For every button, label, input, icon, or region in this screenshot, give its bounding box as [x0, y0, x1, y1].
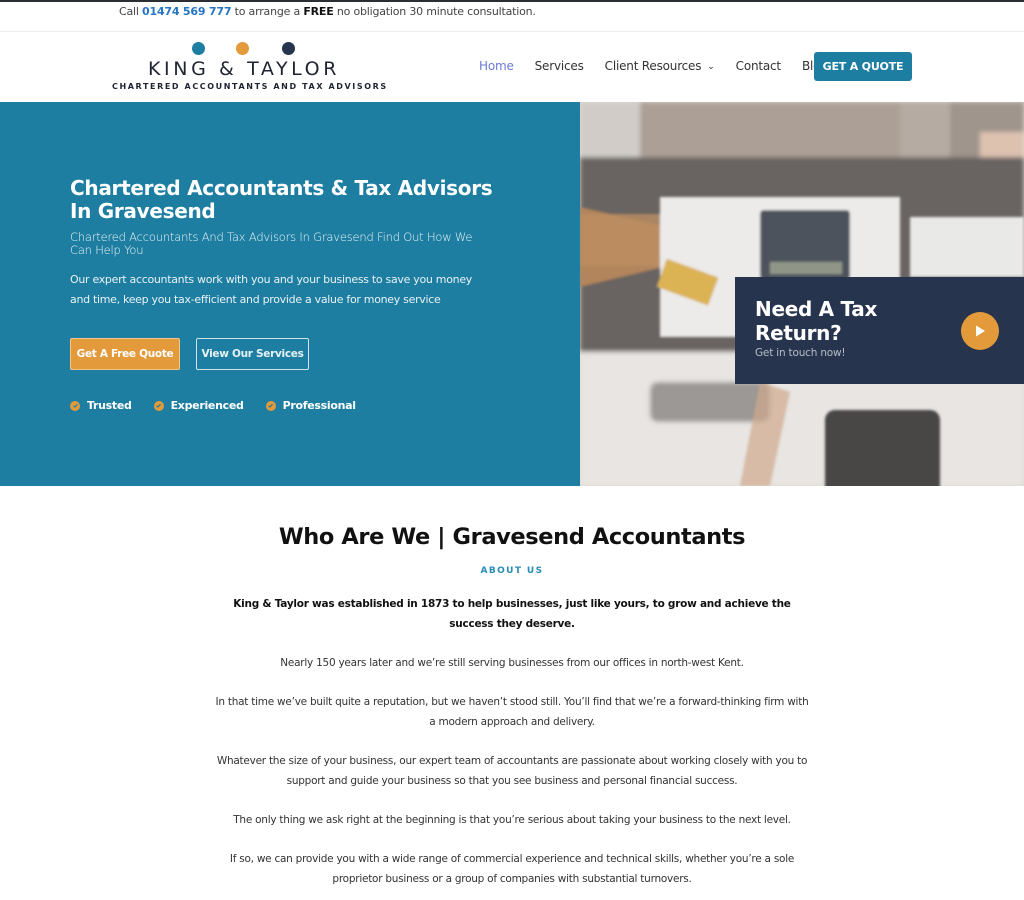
play-button[interactable] — [961, 312, 999, 350]
tax-card-title: Need A Tax Return? — [755, 297, 878, 345]
feature-item: Professional — [265, 399, 356, 412]
about-section: Who Are We | Gravesend Accountants ABOUT… — [0, 486, 1024, 900]
main-nav: Home Services Client Resources ⌄ Contact … — [479, 59, 849, 73]
nav-item-contact[interactable]: Contact — [736, 59, 781, 73]
check-circle-icon — [265, 400, 276, 411]
hero-title: Chartered Accountants & Tax Advisors In … — [70, 176, 493, 223]
about-paragraph: The only thing we ask right at the begin… — [233, 814, 791, 826]
about-paragraph: In that time we’ve built quite a reputat… — [215, 696, 809, 728]
chevron-down-icon[interactable]: ⌄ — [707, 62, 715, 72]
notice-middle: to arrange a — [231, 5, 304, 18]
feature-item: Trusted — [70, 399, 132, 412]
feature-item: Experienced — [153, 399, 244, 412]
nav-item-client-resources[interactable]: Client Resources ⌄ — [605, 59, 715, 73]
nav-item-client-resources-label: Client Resources — [604, 59, 702, 73]
feature-label: Experienced — [170, 399, 244, 412]
logo-dot-blue — [192, 42, 205, 55]
about-body: King & Taylor was established in 1873 to… — [212, 594, 812, 900]
notice-prefix: Call — [119, 5, 143, 18]
about-paragraph: Nearly 150 years later and we’re still s… — [280, 657, 744, 669]
hero-subtitle: Chartered Accountants And Tax Advisors I… — [70, 230, 473, 257]
logo-dot-orange — [236, 42, 249, 55]
nav-item-home[interactable]: Home — [479, 59, 514, 73]
free-emphasis: FREE — [303, 5, 334, 18]
logo-name: KING & TAYLOR — [148, 58, 341, 80]
play-icon — [976, 325, 985, 337]
check-circle-icon — [70, 400, 80, 411]
get-free-quote-button[interactable]: Get A Free Quote — [70, 338, 180, 370]
about-paragraph: If so, we can provide you with a wide ra… — [229, 853, 795, 885]
feature-label: Trusted — [87, 399, 132, 412]
feature-list: Trusted Experienced Professional — [70, 399, 378, 412]
site-header: KING & TAYLOR CHARTERED ACCOUNTANTS AND … — [0, 32, 1024, 102]
feature-label: Professional — [282, 399, 356, 412]
notice-suffix: no obligation 30 minute consultation. — [333, 5, 536, 18]
get-a-quote-button[interactable]: GET A QUOTE — [814, 52, 912, 81]
about-label: ABOUT US — [480, 566, 544, 576]
view-services-button[interactable]: View Our Services — [196, 338, 309, 370]
tax-return-card[interactable]: Need A Tax Return? Get in touch now! — [735, 277, 1024, 384]
check-circle-icon — [153, 400, 164, 411]
hero-section: Chartered Accountants & Tax Advisors In … — [0, 102, 580, 486]
logo-dot-navy — [282, 42, 295, 55]
about-paragraph: Whatever the size of your business, our … — [216, 755, 808, 787]
about-paragraph: King & Taylor was established in 1873 to… — [233, 598, 791, 630]
hero-description: Our expert accountants work with you and… — [70, 273, 472, 306]
phone-link[interactable]: 01474 569 777 — [142, 5, 231, 18]
tax-card-subtitle: Get in touch now! — [755, 347, 846, 359]
about-title: Who Are We | Gravesend Accountants — [278, 524, 746, 550]
nav-item-services[interactable]: Services — [535, 59, 584, 73]
logo-tagline: CHARTERED ACCOUNTANTS AND TAX ADVISORS — [112, 82, 388, 91]
consultation-notice: Call 01474 569 777 to arrange a FREE no … — [119, 5, 536, 18]
top-bar: Call 01474 569 777 to arrange a FREE no … — [0, 2, 1024, 32]
logo[interactable]: KING & TAYLOR CHARTERED ACCOUNTANTS AND … — [110, 42, 386, 97]
